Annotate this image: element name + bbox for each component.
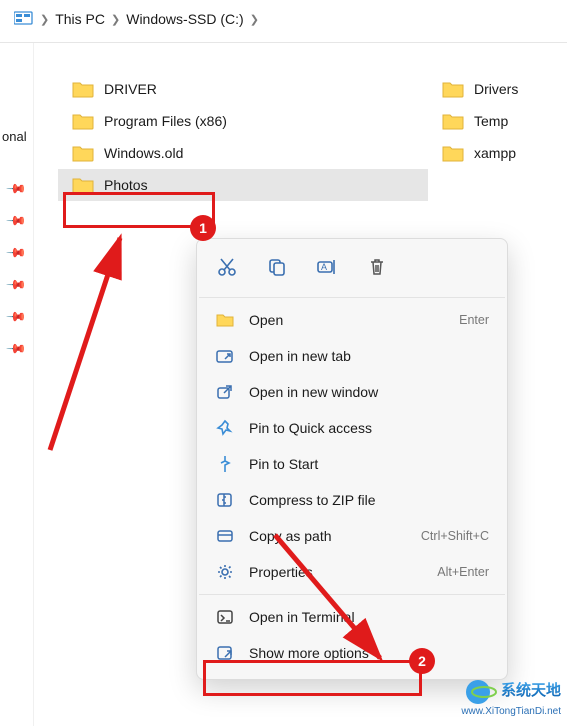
watermark: 系统天地 www.XiTongTianDi.net: [461, 678, 561, 717]
folder-label: xampp: [474, 145, 516, 161]
menu-show-more-options[interactable]: Show more options: [197, 635, 507, 671]
menu-label: Pin to Start: [249, 456, 489, 472]
folder-label: Windows.old: [104, 145, 183, 161]
menu-label: Open in new window: [249, 384, 489, 400]
folder-icon: [442, 80, 464, 98]
folder-icon: [442, 112, 464, 130]
separator: [199, 594, 505, 595]
folder-icon: [72, 176, 94, 194]
folder-icon: [72, 112, 94, 130]
folder-item[interactable]: Drivers: [428, 73, 558, 105]
folder-icon: [442, 144, 464, 162]
tab-icon: [215, 346, 235, 366]
menu-pin-quick-access[interactable]: Pin to Quick access: [197, 410, 507, 446]
menu-open-new-tab[interactable]: Open in new tab: [197, 338, 507, 374]
folder-icon: [72, 80, 94, 98]
menu-label: Compress to ZIP file: [249, 492, 489, 508]
folder-label: Drivers: [474, 81, 518, 97]
annotation-badge-1: 1: [190, 215, 216, 241]
menu-properties[interactable]: Properties Alt+Enter: [197, 554, 507, 590]
folder-item[interactable]: Temp: [428, 105, 558, 137]
pin-icon: 📌: [5, 274, 28, 297]
folder-open-icon: [215, 310, 235, 330]
chevron-right-icon: ❯: [250, 13, 259, 26]
pin-icon: 📌: [5, 306, 28, 329]
watermark-url: www.XiTongTianDi.net: [461, 706, 561, 717]
menu-compress-zip[interactable]: Compress to ZIP file: [197, 482, 507, 518]
menu-open-terminal[interactable]: Open in Terminal: [197, 599, 507, 635]
sidebar-label-fragment: onal: [0, 129, 27, 144]
pc-icon: [14, 10, 34, 28]
terminal-icon: [215, 607, 235, 627]
menu-label: Open in new tab: [249, 348, 489, 364]
breadcrumb-item[interactable]: Windows-SSD (C:): [126, 11, 243, 27]
pin-icon: 📌: [5, 242, 28, 265]
folder-item[interactable]: xampp: [428, 137, 558, 169]
pin-icon: 📌: [5, 210, 28, 233]
folder-label: Temp: [474, 113, 508, 129]
pin-icon: 📌: [5, 178, 28, 201]
more-options-icon: [215, 643, 235, 663]
watermark-title: 系统天地: [501, 682, 561, 699]
cut-button[interactable]: [213, 253, 241, 281]
external-icon: [215, 382, 235, 402]
rename-button[interactable]: A: [313, 253, 341, 281]
menu-label: Pin to Quick access: [249, 420, 489, 436]
menu-copy-as-path[interactable]: Copy as path Ctrl+Shift+C: [197, 518, 507, 554]
svg-text:A: A: [321, 262, 327, 272]
folder-item[interactable]: DRIVER: [58, 73, 428, 105]
folder-item[interactable]: Program Files (x86): [58, 105, 428, 137]
menu-label: Copy as path: [249, 528, 407, 544]
menu-label: Show more options: [249, 645, 489, 661]
menu-accelerator: Ctrl+Shift+C: [421, 529, 489, 543]
menu-accelerator: Enter: [459, 313, 489, 327]
zip-icon: [215, 490, 235, 510]
folder-label: Photos: [104, 177, 148, 193]
chevron-right-icon: ❯: [40, 13, 49, 26]
folder-icon: [72, 144, 94, 162]
context-menu: A Open Enter Open in new tab Open in new…: [196, 238, 508, 680]
properties-icon: [215, 562, 235, 582]
breadcrumb-item[interactable]: This PC: [55, 11, 105, 27]
folder-label: Program Files (x86): [104, 113, 227, 129]
chevron-right-icon: ❯: [111, 13, 120, 26]
copy-button[interactable]: [263, 253, 291, 281]
menu-label: Properties: [249, 564, 423, 580]
folder-item[interactable]: Windows.old: [58, 137, 428, 169]
copypath-icon: [215, 526, 235, 546]
annotation-badge-2: 2: [409, 648, 435, 674]
folder-label: DRIVER: [104, 81, 157, 97]
context-menu-icon-row: A: [197, 247, 507, 293]
menu-pin-start[interactable]: Pin to Start: [197, 446, 507, 482]
menu-open-new-window[interactable]: Open in new window: [197, 374, 507, 410]
separator: [199, 297, 505, 298]
delete-button[interactable]: [363, 253, 391, 281]
pin-quick-icon: [215, 418, 235, 438]
pin-start-icon: [215, 454, 235, 474]
folder-item-selected[interactable]: Photos: [58, 169, 428, 201]
pin-icon: 📌: [5, 338, 28, 361]
menu-open[interactable]: Open Enter: [197, 302, 507, 338]
menu-accelerator: Alt+Enter: [437, 565, 489, 579]
menu-label: Open: [249, 312, 445, 328]
nav-sidebar: onal 📌 📌 📌 📌 📌 📌: [0, 43, 34, 726]
menu-label: Open in Terminal: [249, 609, 489, 625]
breadcrumb[interactable]: ❯ This PC ❯ Windows-SSD (C:) ❯: [0, 0, 567, 43]
